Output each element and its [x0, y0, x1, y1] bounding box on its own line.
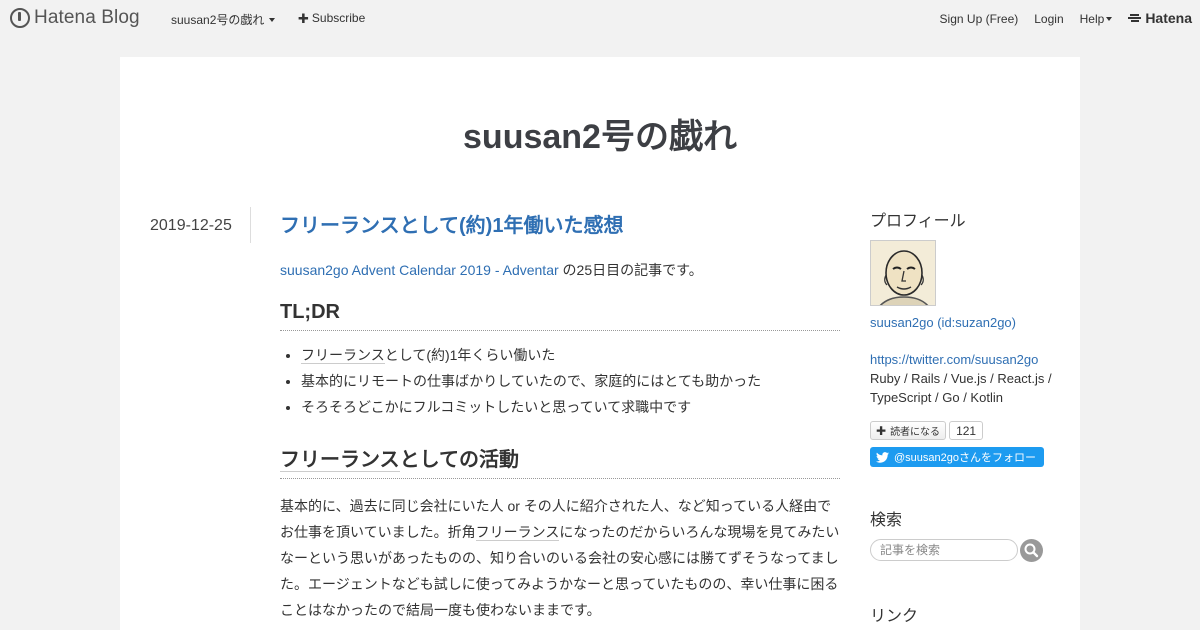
search-input[interactable]: [870, 539, 1018, 561]
keyword-link[interactable]: フリーランス: [475, 524, 560, 541]
links-heading: リンク: [870, 607, 919, 625]
caret-down-icon: [269, 17, 276, 22]
list-item-text: 基本的にリモートの仕事ばかりしていたので、家庭的にはとても助かった: [301, 373, 762, 389]
global-header: Hatena Blog suusan2号の戯れ ✚ Subscribe Sign…: [0, 0, 1200, 36]
twitter-bird-icon: [876, 451, 889, 463]
search-form: [870, 538, 1060, 562]
blog-menu-label: suusan2号の戯れ: [171, 13, 265, 27]
help-label: Help: [1079, 11, 1105, 26]
reader-subscribe-button[interactable]: ✚ 読者になる: [870, 421, 947, 440]
list-item-text: そろそろどこかにフルコミットしたいと思っていて求職中です: [301, 399, 692, 415]
hatena-logo[interactable]: Hatena: [1128, 10, 1192, 26]
hatena-blog-logo[interactable]: Hatena Blog: [10, 7, 140, 29]
hatena-mark-icon: [1128, 13, 1142, 23]
twitter-profile-link[interactable]: https://twitter.com/suusan2go: [870, 350, 1060, 369]
entry-paragraph: 基本的に、過去に同じ会社にいた人 or その人に紹介された人、など知っている人経…: [280, 493, 840, 623]
plus-icon: ✚: [298, 10, 309, 26]
hatena-blog-logo-icon: [10, 8, 30, 28]
subscriber-count[interactable]: 121: [949, 421, 984, 440]
profile-heading: プロフィール: [870, 213, 966, 230]
entry-article: フリーランスとして(約)1年働いた感想 suusan2go Advent Cal…: [280, 211, 840, 623]
subscribe-label: Subscribe: [311, 11, 366, 25]
keyword-link[interactable]: フリーランス: [301, 347, 385, 364]
intro-suffix: の25日目の記事です。: [558, 262, 703, 278]
entry-date[interactable]: 2019-12-25: [150, 217, 232, 235]
advent-calendar-link[interactable]: suusan2go Advent Calendar 2019 - Adventa…: [280, 262, 559, 278]
profile-link[interactable]: suusan2go (id:suzan2go): [870, 314, 1060, 332]
activity-heading: フリーランスとしての活動: [280, 443, 840, 479]
profile-bio: Ruby / Rails / Vue.js / React.js / TypeS…: [870, 371, 1052, 405]
list-item: そろそろどこかにフルコミットしたいと思っていて求職中です: [301, 394, 840, 420]
caret-down-icon: [1106, 16, 1113, 21]
tldr-heading: TL;DR: [280, 301, 840, 331]
activity-heading-text: としての活動: [399, 449, 520, 471]
hatena-label: Hatena: [1145, 10, 1192, 26]
keyword-link[interactable]: フリーランス: [280, 449, 400, 472]
search-button[interactable]: [1020, 538, 1043, 562]
entry-title[interactable]: フリーランスとして(約)1年働いた感想: [280, 211, 840, 241]
entry-intro: suusan2go Advent Calendar 2019 - Adventa…: [280, 258, 840, 282]
blog-title[interactable]: suusan2号の戯れ: [120, 109, 1080, 158]
plus-icon: ✚: [876, 423, 887, 438]
subscribe-row: ✚ 読者になる 121: [870, 421, 1060, 440]
reader-subscribe-label: 読者になる: [890, 427, 941, 438]
subscribe-button[interactable]: ✚ Subscribe: [298, 11, 365, 25]
sidebar: プロフィール suusan2go (id:suzan2go) https://t…: [870, 207, 1060, 626]
logo-text: Hatena Blog: [34, 7, 140, 28]
date-divider: [250, 207, 251, 243]
help-dropdown[interactable]: Help: [1080, 12, 1113, 26]
twitter-follow-button[interactable]: @suusan2goさんをフォロー: [870, 447, 1044, 467]
avatar-image: [871, 241, 935, 305]
header-right-nav: Sign Up (Free) Login Help Hatena: [940, 10, 1192, 26]
twitter-follow-label: @suusan2goさんをフォロー: [894, 452, 1036, 464]
search-heading: 検索: [870, 511, 903, 529]
signup-link[interactable]: Sign Up (Free): [940, 12, 1019, 26]
login-link[interactable]: Login: [1034, 12, 1063, 26]
blog-container: suusan2号の戯れ 2019-12-25 フリーランスとして(約)1年働いた…: [120, 57, 1080, 630]
tldr-list: フリーランスとして(約)1年くらい働いた 基本的にリモートの仕事ばかりしていたの…: [280, 342, 840, 420]
search-icon: [1024, 543, 1039, 557]
avatar[interactable]: [870, 240, 936, 306]
blog-menu-dropdown[interactable]: suusan2号の戯れ: [171, 11, 276, 28]
list-item: フリーランスとして(約)1年くらい働いた: [301, 342, 840, 368]
list-item-text: として(約)1年くらい働いた: [384, 347, 556, 363]
list-item: 基本的にリモートの仕事ばかりしていたので、家庭的にはとても助かった: [301, 368, 840, 394]
